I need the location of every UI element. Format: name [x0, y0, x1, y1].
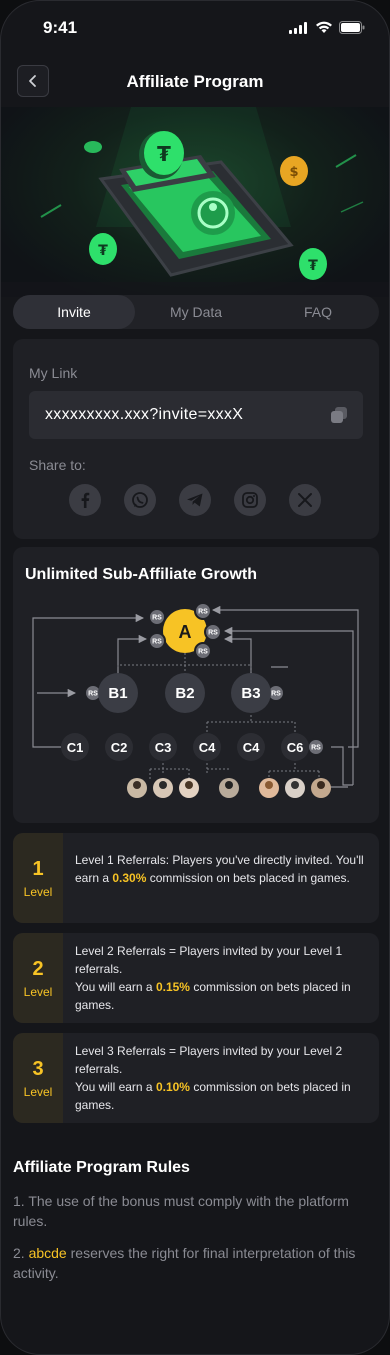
hero-banner: ₮ ₮ ₮ $	[1, 107, 389, 297]
tree-node-b1: B1	[108, 685, 127, 702]
rs-token-label: RS	[271, 691, 281, 698]
copy-icon[interactable]	[329, 405, 349, 430]
rs-token-label: RS	[152, 639, 162, 646]
rs-token-label: RS	[198, 649, 208, 656]
level-word: Level	[23, 984, 53, 999]
instagram-icon[interactable]	[234, 484, 266, 516]
tree-node-c4: C4	[199, 740, 216, 755]
rule-2-prefix: 2.	[13, 1245, 29, 1261]
battery-icon	[339, 21, 365, 34]
commission-percent: 0.10%	[155, 1080, 190, 1094]
tree-node-b2: B2	[175, 685, 194, 702]
rs-token-label: RS	[208, 630, 218, 637]
brand-link[interactable]: abcde	[29, 1245, 67, 1261]
invite-link-field[interactable]: xxxxxxxxx.xxx?invite=xxxX	[29, 391, 363, 439]
status-bar: 9:41	[1, 1, 389, 51]
phone-frame: 9:41 Affiliate Program ₮ ₮ ₮ $ Invite My…	[0, 0, 390, 1355]
level-badge: 3 Level	[13, 1033, 63, 1123]
rule-2: 2. abcde reserves the right for final in…	[13, 1243, 375, 1283]
commission-percent: 0.30%	[112, 871, 147, 885]
invite-link-card: My Link xxxxxxxxx.xxx?invite=xxxX Share …	[13, 339, 379, 539]
status-icons	[289, 21, 365, 34]
my-link-label: My Link	[29, 365, 78, 381]
svg-text:₮: ₮	[98, 243, 108, 259]
affiliate-tree-diagram: A RS RS RS RS RS RS RS RS B1 B2 B3 C1 C2…	[32, 602, 359, 798]
level-2-card: 2 Level Level 2 Referrals = Players invi…	[13, 933, 379, 1023]
signal-icon	[289, 21, 307, 34]
phone-coins-illustration: ₮ ₮ ₮ $	[1, 107, 389, 297]
x-icon[interactable]	[289, 484, 321, 516]
share-to-label: Share to:	[29, 457, 86, 473]
app-header: Affiliate Program	[1, 59, 389, 103]
rs-token-label: RS	[311, 745, 321, 752]
telegram-icon[interactable]	[179, 484, 211, 516]
rs-token-label: RS	[198, 609, 208, 616]
invite-link-value: xxxxxxxxx.xxx?invite=xxxX	[45, 406, 244, 423]
tab-my-data[interactable]: My Data	[135, 295, 257, 329]
level-3-card: 3 Level Level 3 Referrals = Players invi…	[13, 1033, 379, 1123]
social-share-row	[69, 484, 321, 516]
tree-node-c3: C3	[155, 740, 172, 755]
level-badge: 2 Level	[13, 933, 63, 1023]
tree-node-c1: C1	[67, 740, 84, 755]
rules-title: Affiliate Program Rules	[13, 1159, 190, 1176]
level-word: Level	[23, 1084, 53, 1099]
tab-bar: Invite My Data FAQ	[13, 295, 379, 329]
tree-node-c2: C2	[111, 740, 128, 755]
tab-invite[interactable]: Invite	[13, 295, 135, 329]
sub-affiliate-tree-card: Unlimited Sub-Affiliate Growth A RS RS R…	[13, 547, 379, 823]
level-text-after: commission on bets placed in games.	[146, 871, 350, 885]
page-title: Affiliate Program	[126, 72, 264, 91]
level-1-card: 1 Level Level 1 Referrals: Players you'v…	[13, 833, 379, 923]
rs-token-label: RS	[152, 615, 162, 622]
level-description: Level 2 Referrals = Players invited by y…	[75, 942, 365, 1014]
svg-text:$: $	[289, 165, 298, 180]
wifi-icon	[316, 21, 332, 33]
rule-1: 1. The use of the bonus must comply with…	[13, 1193, 349, 1229]
tree-node-root: A	[179, 622, 192, 642]
level-description: Level 3 Referrals = Players invited by y…	[75, 1042, 365, 1114]
level-number: 2	[32, 957, 44, 980]
level-word: Level	[23, 884, 53, 899]
whatsapp-icon[interactable]	[124, 484, 156, 516]
svg-text:₮: ₮	[157, 142, 171, 166]
level-number: 3	[32, 1057, 44, 1080]
commission-percent: 0.15%	[155, 980, 190, 994]
svg-text:₮: ₮	[308, 258, 318, 274]
level-number: 1	[32, 857, 44, 880]
player-avatars	[127, 778, 331, 798]
status-time: 9:41	[43, 18, 78, 37]
facebook-icon[interactable]	[69, 484, 101, 516]
level-badge: 1 Level	[13, 833, 63, 923]
tree-node-c5: C4	[243, 740, 260, 755]
tab-faq[interactable]: FAQ	[257, 295, 379, 329]
tree-node-b3: B3	[241, 685, 260, 702]
rs-token-label: RS	[88, 691, 98, 698]
level-description: Level 1 Referrals: Players you've direct…	[75, 851, 365, 887]
tree-node-c6: C6	[287, 740, 304, 755]
